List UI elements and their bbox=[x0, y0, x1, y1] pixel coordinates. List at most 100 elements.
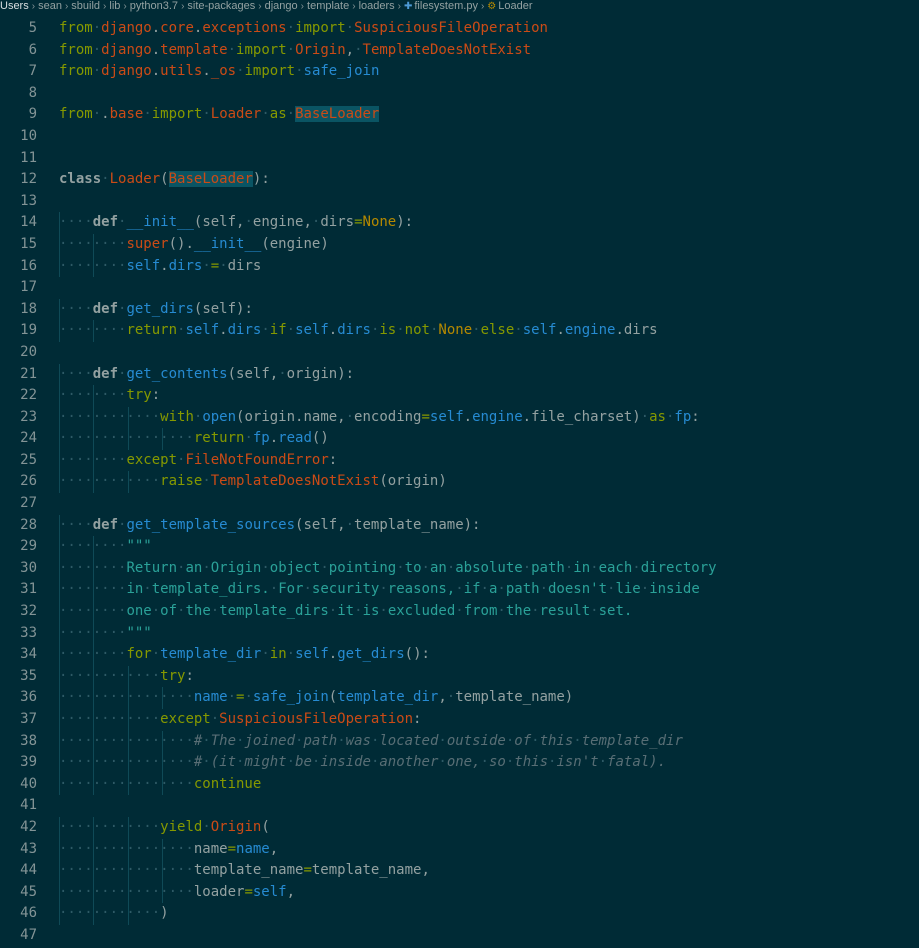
code-text[interactable]: ············) bbox=[59, 903, 169, 925]
code-line[interactable]: 38 ················#·The·joined·path·was·… bbox=[0, 730, 919, 753]
code-line[interactable]: 11 bbox=[0, 148, 919, 170]
code-text[interactable]: ····def·get_dirs(self): bbox=[59, 299, 253, 321]
code-text[interactable]: from·.base·import·Loader·as·BaseLoader bbox=[59, 104, 380, 126]
code-line[interactable]: 6 from·django.template·import·Origin,·Tem… bbox=[0, 40, 919, 62]
code-line[interactable]: 35 ············try: bbox=[0, 665, 919, 688]
code-text[interactable]: ········super().__init__(engine) bbox=[59, 234, 329, 256]
code-line[interactable]: 21 ····def·get_contents(self,·origin): bbox=[0, 363, 919, 386]
code-line[interactable]: 16 ········self.dirs·=·dirs bbox=[0, 255, 919, 278]
line-number: 7 bbox=[28, 63, 37, 80]
code-token: (self, bbox=[295, 516, 346, 533]
code-text[interactable]: ················name·=·safe_join(templat… bbox=[59, 687, 573, 709]
code-text[interactable]: ········except·FileNotFoundError: bbox=[59, 450, 337, 472]
code-line[interactable]: 34 ········for·template_dir·in·self.get_d… bbox=[0, 644, 919, 666]
code-line[interactable]: 39 ················#·(it·might·be·inside·… bbox=[0, 752, 919, 774]
code-text[interactable]: ········self.dirs·=·dirs bbox=[59, 256, 261, 278]
code-text[interactable]: ········try: bbox=[59, 385, 160, 407]
breadcrumb-item[interactable]: sean bbox=[38, 0, 62, 12]
code-line[interactable]: 14 ····def·__init__(self,·engine,·dirs=No… bbox=[0, 212, 919, 234]
code-line[interactable]: 28 ····def·get_template_sources(self,·tem… bbox=[0, 514, 919, 537]
code-line[interactable]: 47 bbox=[0, 925, 919, 947]
code-editor[interactable]: 5 from·django.core.exceptions·import·Susp… bbox=[0, 18, 919, 947]
breadcrumb-item[interactable]: template bbox=[307, 0, 349, 12]
code-text[interactable]: ········return·self.dirs·if·self.dirs·is… bbox=[59, 320, 658, 342]
code-text[interactable]: ················#·(it·might·be·inside·an… bbox=[59, 752, 666, 774]
code-text[interactable]: ········one·of·the·template_dirs·it·is·e… bbox=[59, 601, 632, 623]
code-line[interactable]: 33 ········""" bbox=[0, 622, 919, 645]
code-token: inside bbox=[649, 581, 700, 598]
code-text[interactable]: ····def·get_contents(self,·origin): bbox=[59, 364, 354, 386]
code-line[interactable]: 22 ········try: bbox=[0, 385, 919, 407]
code-token: """ bbox=[126, 538, 152, 555]
code-line[interactable]: 18 ····def·get_dirs(self): bbox=[0, 298, 919, 321]
code-text[interactable]: ········Return·an·Origin·object·pointing… bbox=[59, 558, 717, 580]
code-line[interactable]: 10 bbox=[0, 126, 919, 148]
code-line[interactable]: 23 ············with·open(origin.name,·enc… bbox=[0, 406, 919, 429]
code-line[interactable]: 46 ············) bbox=[0, 903, 919, 925]
breadcrumb-file[interactable]: filesystem.py bbox=[414, 0, 478, 12]
code-text[interactable]: ········""" bbox=[59, 536, 152, 558]
code-text[interactable]: from·django.template·import·Origin,·Temp… bbox=[59, 40, 531, 62]
code-text[interactable]: ················continue bbox=[59, 774, 261, 796]
code-text[interactable]: ············yield·Origin( bbox=[59, 817, 270, 839]
code-text[interactable]: ············try: bbox=[59, 666, 194, 688]
code-line[interactable]: 31 ········in·template_dirs.·For·security… bbox=[0, 579, 919, 602]
code-text[interactable]: class·Loader(BaseLoader): bbox=[59, 169, 270, 191]
code-text[interactable]: from·django.utils._os·import·safe_join bbox=[59, 61, 379, 83]
code-line[interactable]: 41 bbox=[0, 795, 919, 817]
code-line[interactable]: 27 bbox=[0, 493, 919, 515]
whitespace-marker: · bbox=[345, 516, 355, 533]
code-line[interactable]: 24 ················return·fp.read() bbox=[0, 428, 919, 450]
code-line[interactable]: 40 ················continue bbox=[0, 773, 919, 796]
breadcrumb-item[interactable]: lib bbox=[109, 0, 120, 12]
code-line[interactable]: 45 ················loader=self, bbox=[0, 881, 919, 904]
code-line[interactable]: 43 ················name=name, bbox=[0, 838, 919, 861]
code-text[interactable]: ············raise·TemplateDoesNotExist(o… bbox=[59, 471, 447, 493]
breadcrumb-item[interactable]: site-packages bbox=[187, 0, 255, 12]
breadcrumb-item[interactable]: loaders bbox=[359, 0, 395, 12]
breadcrumb-item[interactable]: sbuild bbox=[71, 0, 100, 12]
code-text[interactable]: ················loader=self, bbox=[59, 882, 295, 904]
chevron-right-icon: › bbox=[103, 1, 107, 12]
code-text[interactable]: ····def·get_template_sources(self,·templ… bbox=[59, 515, 480, 537]
code-token: isn't bbox=[556, 754, 599, 771]
whitespace-marker: · bbox=[261, 322, 270, 339]
code-line[interactable]: 42 ············yield·Origin( bbox=[0, 816, 919, 839]
code-text[interactable]: ····def·__init__(self,·engine,·dirs=None… bbox=[59, 212, 413, 234]
code-line[interactable]: 12 class·Loader(BaseLoader): bbox=[0, 169, 919, 191]
code-line[interactable]: 19 ········return·self.dirs·if·self.dirs·… bbox=[0, 320, 919, 342]
code-line[interactable]: 44 ················template_name=template… bbox=[0, 860, 919, 882]
code-text[interactable]: ········for·template_dir·in·self.get_dir… bbox=[59, 644, 430, 666]
whitespace-marker: ················ bbox=[59, 883, 194, 900]
code-line[interactable]: 8 bbox=[0, 83, 919, 105]
code-line[interactable]: 7 from·django.utils._os·import·safe_join bbox=[0, 61, 919, 83]
whitespace-marker: · bbox=[345, 408, 355, 425]
code-line[interactable]: 32 ········one·of·the·template_dirs·it·is… bbox=[0, 601, 919, 623]
breadcrumb-item[interactable]: django bbox=[265, 0, 298, 12]
code-text[interactable]: ············except·SuspiciousFileOperati… bbox=[59, 709, 421, 731]
code-text[interactable]: ················return·fp.read() bbox=[59, 428, 329, 450]
code-text[interactable]: ········in·template_dirs.·For·security·r… bbox=[59, 579, 700, 601]
code-line[interactable]: 5 from·django.core.exceptions·import·Susp… bbox=[0, 18, 919, 40]
code-text[interactable]: from·django.core.exceptions·import·Suspi… bbox=[59, 18, 548, 40]
code-line[interactable]: 25 ········except·FileNotFoundError: bbox=[0, 449, 919, 472]
code-line[interactable]: 26 ············raise·TemplateDoesNotExist… bbox=[0, 471, 919, 494]
code-text[interactable]: ········""" bbox=[59, 623, 152, 645]
breadcrumb-item[interactable]: python3.7 bbox=[130, 0, 178, 12]
code-line[interactable]: 20 bbox=[0, 342, 919, 364]
code-line[interactable]: 30 ········Return·an·Origin·object·pointi… bbox=[0, 557, 919, 580]
line-number: 25 bbox=[20, 451, 37, 468]
code-line[interactable]: 9 from·.base·import·Loader·as·BaseLoader bbox=[0, 104, 919, 126]
code-line[interactable]: 37 ············except·SuspiciousFileOpera… bbox=[0, 709, 919, 731]
code-line[interactable]: 13 bbox=[0, 191, 919, 213]
code-line[interactable]: 29 ········""" bbox=[0, 536, 919, 558]
code-text[interactable]: ················template_name=template_n… bbox=[59, 860, 430, 882]
code-text[interactable]: ············with·open(origin.name,·encod… bbox=[59, 407, 700, 429]
code-text[interactable]: ················name=name, bbox=[59, 839, 278, 861]
code-line[interactable]: 36 ················name·=·safe_join(templ… bbox=[0, 687, 919, 709]
breadcrumb-item[interactable]: Users bbox=[0, 0, 29, 12]
code-text[interactable]: ················#·The·joined·path·was·lo… bbox=[59, 731, 683, 753]
breadcrumb-symbol[interactable]: Loader bbox=[498, 0, 532, 12]
code-line[interactable]: 15 ········super().__init__(engine) bbox=[0, 233, 919, 256]
code-line[interactable]: 17 bbox=[0, 277, 919, 299]
